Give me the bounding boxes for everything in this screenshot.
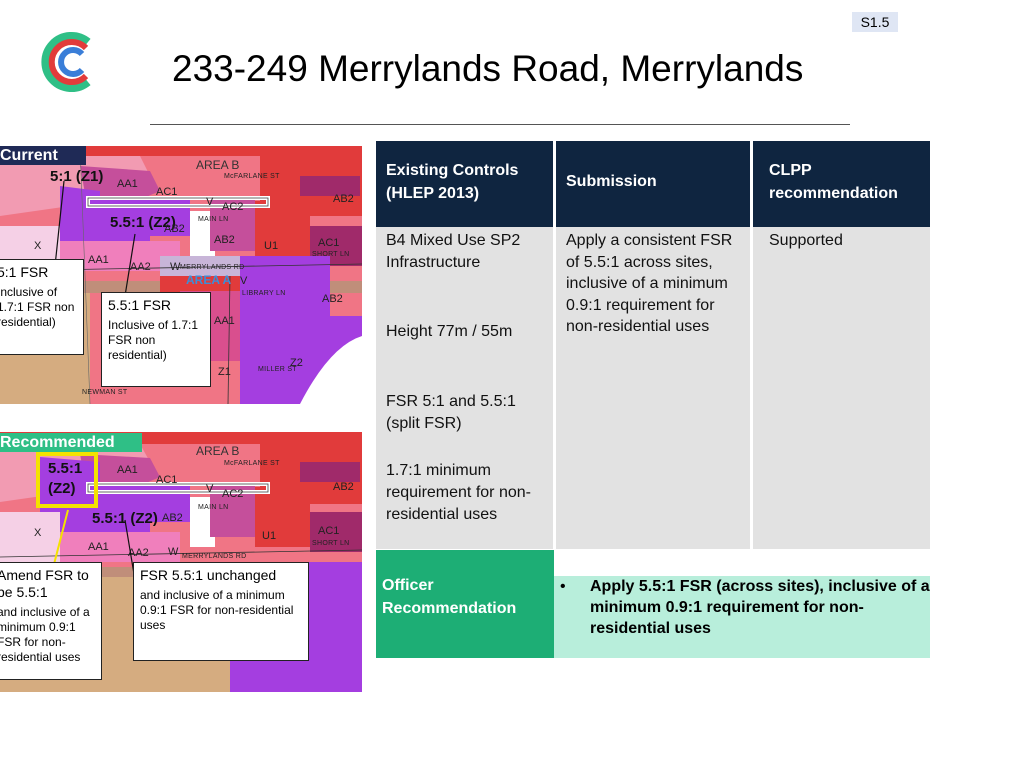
existing-zoning: B4 Mixed Use SP2 Infrastructure: [386, 232, 521, 271]
header-col-separator: [553, 141, 556, 227]
existing-fsr: FSR 5:1 and 5.5:1 (split FSR): [386, 393, 516, 432]
officer-recommendation-label-cell: Officer Recommendation: [376, 550, 554, 658]
council-c-logo-icon: [41, 32, 91, 92]
current-callout-right: 5.5:1 FSR Inclusive of 1.7:1 FSR non res…: [101, 292, 211, 387]
header-submission: Submission: [566, 173, 657, 190]
bullet-icon: •: [560, 578, 566, 595]
body-col-separator: [553, 227, 556, 549]
header-existing-controls: Existing Controls (HLEP 2013): [386, 162, 519, 202]
body-col-separator: [750, 227, 753, 549]
officer-recommendation-label: Officer Recommendation: [382, 577, 517, 617]
submission-text: Apply a consistent FSR of 5.5:1 across s…: [566, 232, 733, 335]
officer-recommendation-body: • Apply 5.5:1 FSR (across sites), inclus…: [554, 576, 930, 658]
header-col-separator: [750, 141, 753, 227]
page-title: 233-249 Merrylands Road, Merrylands: [172, 48, 804, 89]
existing-minimum-requirement: 1.7:1 minimum requirement for non-reside…: [386, 462, 531, 523]
existing-height: Height 77m / 55m: [386, 323, 513, 340]
rec-callout-left: Amend FSR to be 5.5:1 and inclusive of a…: [0, 562, 102, 680]
clpp-text: Supported: [769, 232, 843, 249]
officer-recommendation-row: Officer Recommendation • Apply 5.5:1 FSR…: [376, 550, 930, 658]
title-divider: [150, 124, 850, 125]
header-clpp-recommendation: CLPP recommendation: [769, 162, 898, 202]
slide-number-badge: S1.5: [852, 12, 898, 32]
current-callout-left: 5:1 FSR Inclusive of 1.7:1 FSR non resid…: [0, 259, 84, 355]
table-body: B4 Mixed Use SP2 Infrastructure Height 7…: [376, 227, 930, 549]
officer-recommendation-text: Apply 5.5:1 FSR (across sites), inclusiv…: [590, 578, 930, 637]
table-header-row: Existing Controls (HLEP 2013) Submission…: [376, 141, 930, 227]
rec-callout-right: FSR 5.5:1 unchanged and inclusive of a m…: [133, 562, 309, 661]
